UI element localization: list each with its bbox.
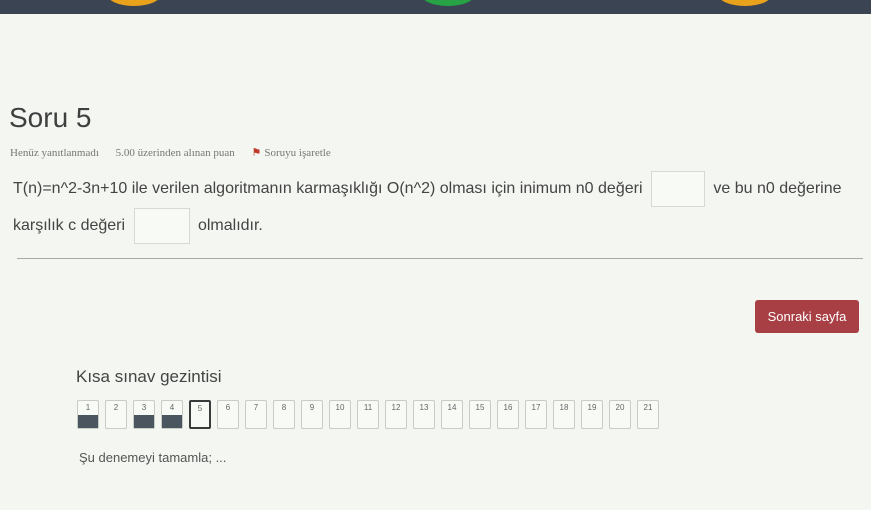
answer-c-input[interactable] (133, 208, 190, 244)
quiz-nav-button-4[interactable]: 4 (161, 400, 183, 429)
question-status: Henüz yanıtlanmadı (10, 147, 99, 159)
quiz-nav-button-1[interactable]: 1 (77, 400, 99, 429)
quiz-nav-button-19[interactable]: 19 (581, 400, 603, 429)
quiz-nav-button-12[interactable]: 12 (385, 400, 407, 429)
quiz-nav-button-15[interactable]: 15 (469, 400, 491, 429)
next-page-button[interactable]: Sonraki sayfa (755, 300, 859, 333)
quiz-nav-button-16[interactable]: 16 (497, 400, 519, 429)
quiz-nav-number: 7 (253, 403, 259, 412)
quiz-nav-button-21[interactable]: 21 (637, 400, 659, 429)
navbar-badge-green[interactable] (420, 0, 476, 6)
answered-indicator (78, 415, 98, 428)
quiz-nav-button-8[interactable]: 8 (273, 400, 295, 429)
quiz-nav-button-18[interactable]: 18 (553, 400, 575, 429)
quiz-nav-button-2[interactable]: 2 (105, 400, 127, 429)
quiz-nav-button-3[interactable]: 3 (133, 400, 155, 429)
quiz-nav-button-7[interactable]: 7 (245, 400, 267, 429)
question-points: 5.00 üzerinden alınan puan (115, 147, 235, 159)
question-text-part3: karşılık c değeri (13, 217, 126, 235)
quiz-nav-button-11[interactable]: 11 (357, 400, 379, 429)
quiz-navigation-title: Kısa sınav gezintisi (76, 367, 222, 386)
quiz-nav-number: 21 (643, 403, 653, 412)
quiz-nav-number: 9 (309, 403, 315, 412)
question-text-line-2: karşılık c değeri olmalıdır. (13, 208, 263, 244)
quiz-nav-number: 8 (281, 403, 287, 412)
question-text-part2: ve bu n0 değerine (713, 180, 842, 198)
top-navbar (0, 0, 871, 14)
quiz-nav-button-17[interactable]: 17 (525, 400, 547, 429)
quiz-nav-number: 20 (615, 403, 625, 412)
quiz-nav-button-10[interactable]: 10 (329, 400, 351, 429)
quiz-nav-button-6[interactable]: 6 (217, 400, 239, 429)
question-text-line-1: T(n)=n^2-3n+10 ile verilen algoritmanın … (13, 171, 842, 207)
quiz-nav-number: 17 (531, 403, 541, 412)
quiz-nav-number: 16 (503, 403, 513, 412)
quiz-nav-number: 1 (85, 403, 91, 412)
navbar-badge-orange[interactable] (106, 0, 162, 6)
flag-icon[interactable]: ⚑ (252, 147, 262, 159)
quiz-nav-number: 6 (225, 403, 231, 412)
quiz-nav-button-20[interactable]: 20 (609, 400, 631, 429)
question-info: Henüz yanıtlanmadı 5.00 üzerinden alınan… (10, 146, 331, 159)
question-title: Soru 5 (9, 102, 92, 133)
quiz-nav-button-14[interactable]: 14 (441, 400, 463, 429)
quiz-nav-number: 5 (197, 404, 203, 413)
quiz-nav-button-9[interactable]: 9 (301, 400, 323, 429)
quiz-nav-number: 11 (363, 403, 373, 412)
quiz-nav-button-5[interactable]: 5 (189, 400, 211, 429)
quiz-nav-button-13[interactable]: 13 (413, 400, 435, 429)
quiz-nav-number: 14 (447, 403, 457, 412)
quiz-nav-number: 10 (335, 403, 345, 412)
divider (17, 258, 863, 259)
flag-question-link[interactable]: Soruyu işaretle (264, 147, 330, 159)
answered-indicator (134, 415, 154, 428)
quiz-nav-number: 12 (391, 403, 401, 412)
quiz-nav-number: 15 (475, 403, 485, 412)
question-text-part4: olmalıdır. (197, 217, 263, 235)
quiz-nav-number: 2 (113, 403, 119, 412)
finish-attempt-link[interactable]: Şu denemeyi tamamla; ... (79, 450, 226, 465)
answered-indicator (162, 415, 182, 428)
quiz-nav-number: 13 (419, 403, 429, 412)
quiz-nav-number: 19 (587, 403, 597, 412)
quiz-nav-number: 4 (169, 403, 175, 412)
navbar-badge-orange-right[interactable] (717, 0, 773, 6)
quiz-navigation-grid: 1 2 3 4 5 6 7 8 9 10 11 12 13 14 15 16 17 18 19 20 21 (77, 400, 665, 429)
quiz-nav-number: 18 (559, 403, 569, 412)
answer-n0-input[interactable] (650, 171, 705, 207)
quiz-nav-number: 3 (141, 403, 147, 412)
question-text-part1: T(n)=n^2-3n+10 ile verilen algoritmanın … (13, 180, 643, 198)
